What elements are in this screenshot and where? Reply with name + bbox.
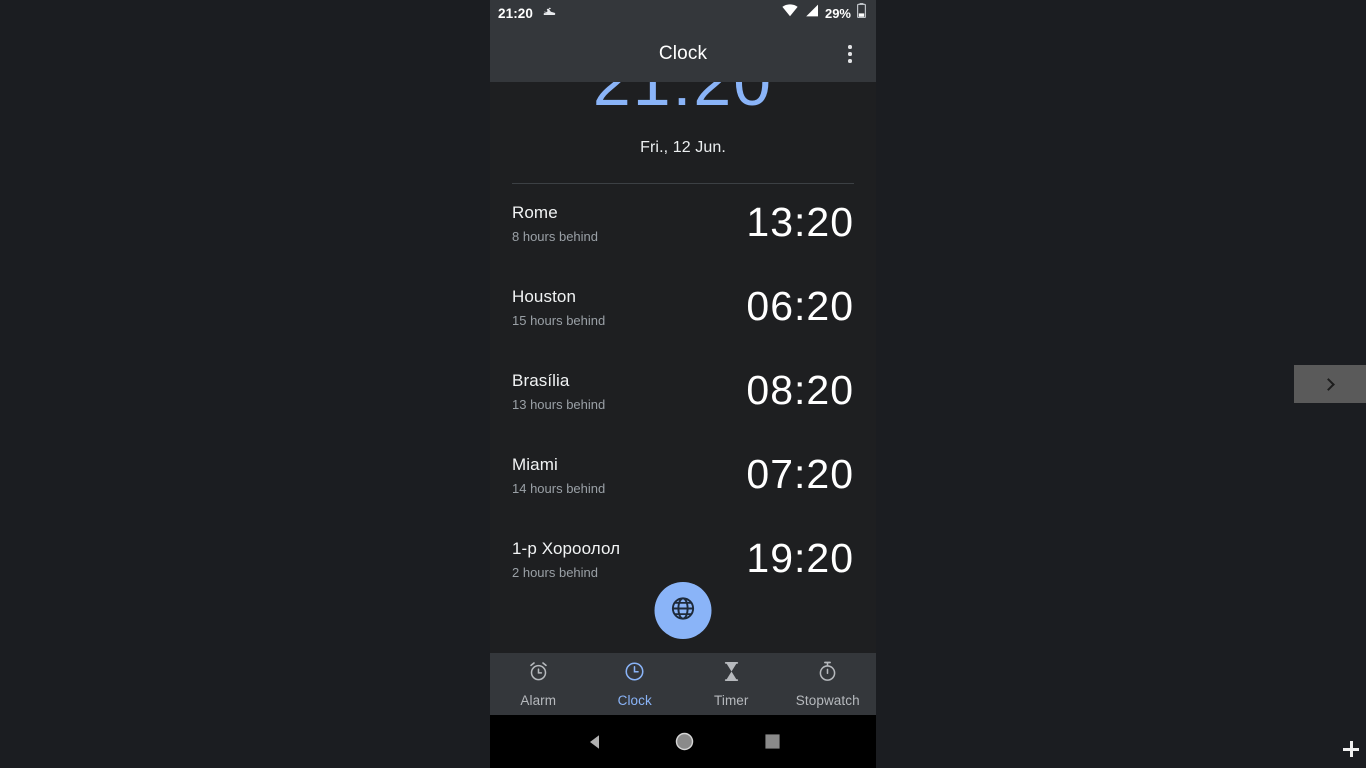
status-bar: 21:20 29% xyxy=(490,0,876,26)
world-clock-row[interactable]: Miami 14 hours behind 07:20 xyxy=(512,436,854,520)
home-button[interactable] xyxy=(674,731,695,752)
world-clock-row[interactable]: Brasília 13 hours behind 08:20 xyxy=(512,352,854,436)
android-system-nav xyxy=(490,715,876,768)
battery-icon xyxy=(857,3,867,23)
status-bar-left: 21:20 xyxy=(498,3,557,23)
status-bar-right: 29% xyxy=(782,3,867,23)
city-name: Miami xyxy=(512,455,558,474)
city-time: 08:20 xyxy=(746,367,854,413)
main-clock-area: 21:20 xyxy=(490,82,876,132)
city-info: 1-р Хороолол 2 hours behind xyxy=(512,536,620,582)
wifi-icon xyxy=(782,4,798,22)
city-time: 07:20 xyxy=(746,451,854,497)
phone-screen: 21:20 29% Clock 21:20 Fri., 12 Jun. Rome… xyxy=(490,0,876,768)
nav-tab-alarm-label: Alarm xyxy=(520,693,557,708)
city-name: Brasília xyxy=(512,371,570,390)
side-panel-expand-handle[interactable] xyxy=(1294,365,1366,403)
city-offset: 15 hours behind xyxy=(512,313,606,328)
nav-tab-clock-label: Clock xyxy=(617,693,652,708)
city-offset: 14 hours behind xyxy=(512,481,606,496)
clock-icon xyxy=(623,660,646,688)
dot xyxy=(848,45,852,49)
chevron-right-icon xyxy=(1322,377,1335,391)
nav-tab-alarm[interactable]: Alarm xyxy=(490,660,587,708)
desktop-canvas: 21:20 29% Clock 21:20 Fri., 12 Jun. Rome… xyxy=(0,0,1366,768)
world-clock-row[interactable]: Rome 8 hours behind 13:20 xyxy=(512,184,854,268)
back-button[interactable] xyxy=(585,732,605,752)
nav-tab-stopwatch[interactable]: Stopwatch xyxy=(780,660,877,708)
main-clock-time: 21:20 xyxy=(592,82,774,120)
city-offset: 2 hours behind xyxy=(512,565,599,580)
app-bar: Clock xyxy=(490,26,876,82)
dot xyxy=(848,59,852,63)
dot xyxy=(848,52,852,56)
add-city-fab[interactable] xyxy=(654,582,712,639)
nav-tab-clock[interactable]: Clock xyxy=(587,660,684,708)
city-name: Rome xyxy=(512,203,558,222)
city-info: Rome 8 hours behind xyxy=(512,200,598,246)
city-offset: 13 hours behind xyxy=(512,397,606,412)
battery-percent-label: 29% xyxy=(824,5,851,21)
overflow-menu-button[interactable] xyxy=(840,43,860,65)
nav-tab-timer[interactable]: Timer xyxy=(683,660,780,708)
city-info: Houston 15 hours behind xyxy=(512,284,605,330)
city-time: 13:20 xyxy=(746,199,854,245)
fitness-shoe-icon xyxy=(542,3,557,23)
stopwatch-icon xyxy=(816,660,839,688)
cellular-signal-icon xyxy=(804,4,819,22)
world-clock-list: Rome 8 hours behind 13:20 Houston 15 hou… xyxy=(490,184,876,604)
recents-button[interactable] xyxy=(764,733,781,750)
plus-icon[interactable] xyxy=(1343,741,1359,757)
alarm-clock-icon xyxy=(527,660,550,688)
city-name: Houston xyxy=(512,287,577,306)
nav-tab-stopwatch-label: Stopwatch xyxy=(795,693,860,708)
main-clock-date: Fri., 12 Jun. xyxy=(640,139,726,156)
status-bar-clock: 21:20 xyxy=(498,5,534,21)
bottom-navigation: Alarm Clock Timer Stopwatch xyxy=(490,653,876,715)
city-info: Brasília 13 hours behind xyxy=(512,368,605,414)
city-time: 06:20 xyxy=(746,283,854,329)
globe-icon xyxy=(670,595,697,627)
hourglass-icon xyxy=(720,660,743,688)
page-title: Clock xyxy=(658,43,708,64)
nav-tab-timer-label: Timer xyxy=(714,693,749,708)
city-name: 1-р Хороолол xyxy=(512,539,621,558)
world-clock-row[interactable]: Houston 15 hours behind 06:20 xyxy=(512,268,854,352)
city-offset: 8 hours behind xyxy=(512,229,599,244)
city-info: Miami 14 hours behind xyxy=(512,452,605,498)
clock-content-scroll[interactable]: 21:20 Fri., 12 Jun. Rome 8 hours behind … xyxy=(490,82,876,653)
city-time: 19:20 xyxy=(746,535,854,581)
